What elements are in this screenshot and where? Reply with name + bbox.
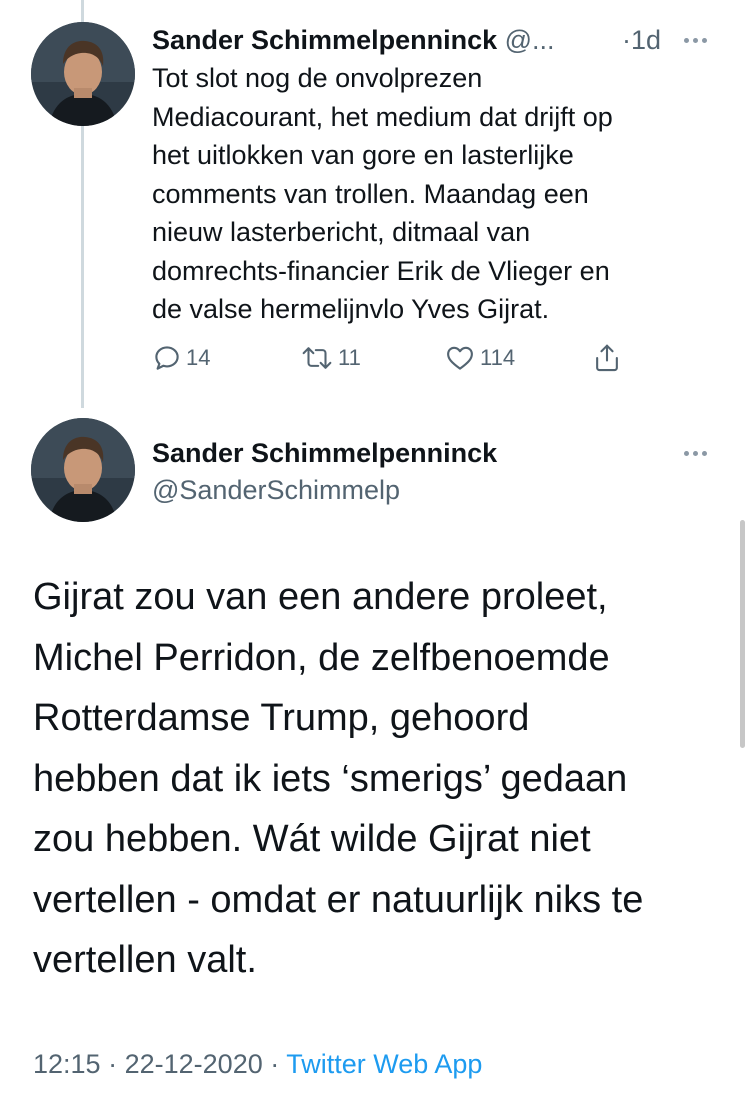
reply-button[interactable]: 14	[152, 340, 210, 376]
tweet-time[interactable]: 12:15	[33, 1049, 101, 1079]
like-button[interactable]: 114	[444, 340, 515, 376]
scrollbar[interactable]	[740, 520, 745, 748]
author-name[interactable]: Sander Schimmelpenninck	[152, 25, 497, 55]
more-options-icon[interactable]	[684, 451, 707, 456]
like-count: 114	[480, 345, 516, 370]
reply-count: 14	[186, 345, 211, 370]
retweet-count: 11	[338, 345, 361, 370]
tweet1-header: Sander Schimmelpenninck @... ·1d	[152, 22, 722, 58]
more-options-icon[interactable]	[684, 38, 707, 43]
share-icon	[592, 342, 622, 374]
tweet-time[interactable]: ·1d	[622, 22, 661, 58]
heart-icon	[444, 343, 476, 373]
tweet-source-link[interactable]: Twitter Web App	[286, 1049, 482, 1079]
tweet2-text: Gijrat zou van een andere proleet, Miche…	[33, 576, 644, 981]
reply-icon	[152, 343, 182, 373]
tweet-date[interactable]: 22-12-2020	[125, 1049, 263, 1079]
author-handle[interactable]: @...	[505, 25, 555, 55]
avatar[interactable]	[31, 22, 135, 126]
author-name[interactable]: Sander Schimmelpenninck	[152, 435, 497, 471]
tweet1-text: Tot slot nog de onvolprezen Mediacourant…	[152, 63, 613, 324]
tweet1-action-bar: 14 11 114	[152, 340, 642, 376]
time-separator: ·	[622, 25, 631, 55]
share-button[interactable]	[592, 340, 622, 376]
retweet-button[interactable]: 11	[300, 340, 361, 376]
author-handle[interactable]: @SanderSchimmelp	[152, 472, 400, 508]
avatar[interactable]	[31, 418, 135, 522]
retweet-icon	[300, 343, 334, 373]
meta-separator: ·	[270, 1049, 280, 1079]
time-value: 1d	[631, 25, 662, 55]
meta-separator: ·	[108, 1049, 118, 1079]
tweet2-meta: 12:15 · 22-12-2020 · Twitter Web App	[33, 1046, 482, 1082]
